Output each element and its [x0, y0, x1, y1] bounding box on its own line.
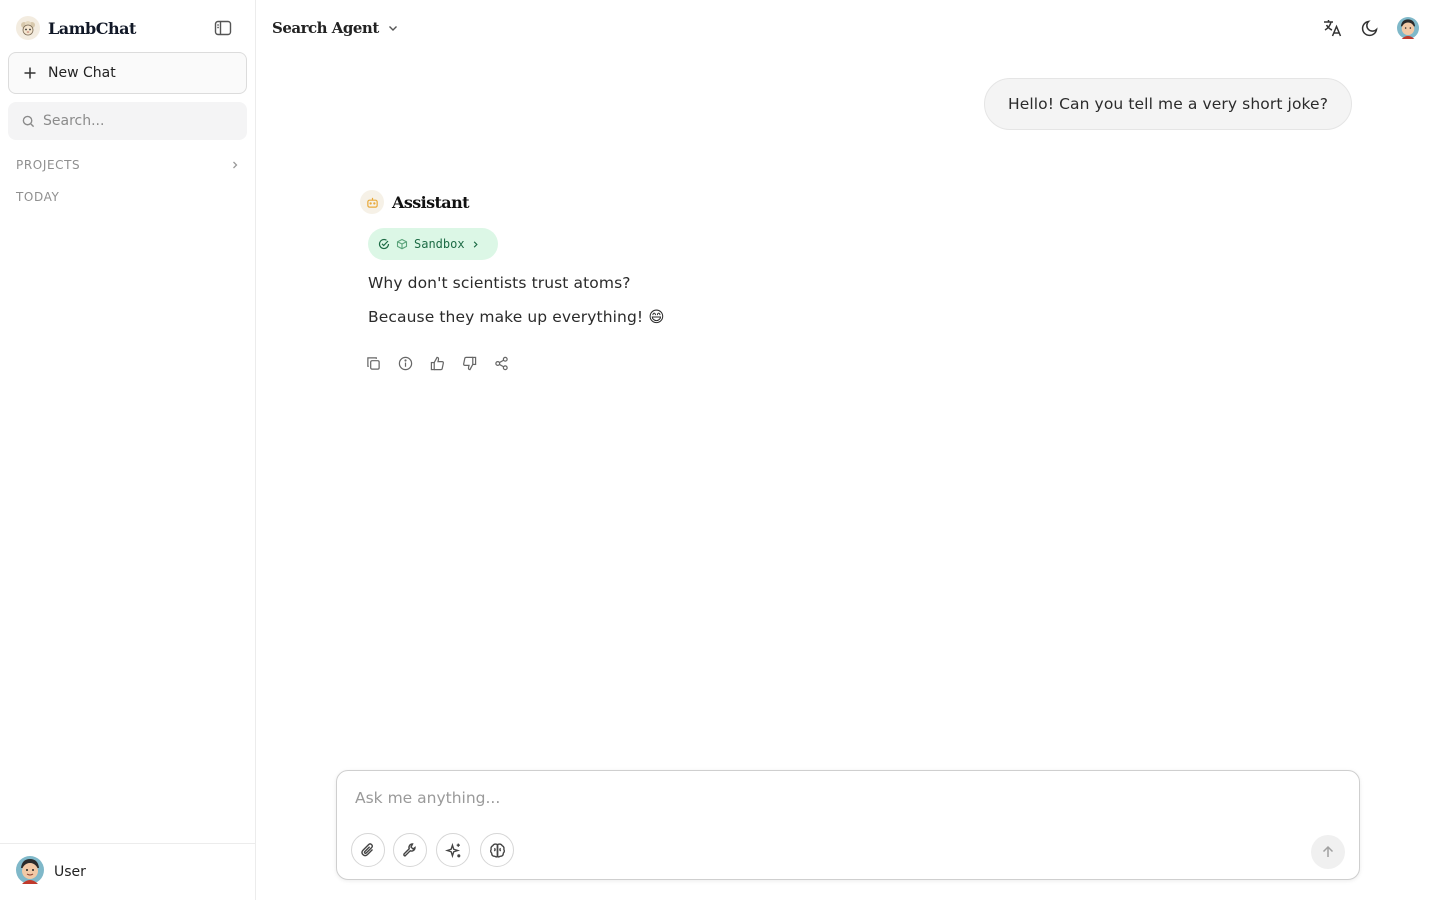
thumbs-up-icon: [430, 356, 444, 370]
chevron-down-icon: [388, 26, 397, 31]
share-button[interactable]: [488, 350, 514, 376]
translate-icon: [1324, 20, 1342, 37]
sidebar-toggle-button[interactable]: [211, 16, 235, 40]
info-icon: [398, 356, 412, 370]
projects-label: PROJECTS: [16, 158, 81, 172]
message-actions: [360, 350, 520, 376]
assistant-header: Assistant: [360, 190, 470, 214]
thumbs-up-button[interactable]: [424, 350, 450, 376]
copy-icon: [366, 356, 380, 370]
lamb-logo-icon: [16, 16, 40, 40]
today-label: TODAY: [16, 190, 60, 204]
skills-button[interactable]: [436, 833, 470, 867]
reasoning-button[interactable]: [480, 833, 514, 867]
brand[interactable]: LambChat: [16, 16, 136, 40]
arrow-up-icon: [1322, 845, 1334, 857]
moon-icon: [1361, 20, 1378, 37]
sidebar-toggle-icon: [214, 20, 232, 36]
send-button[interactable]: [1311, 835, 1345, 869]
sparkles-icon: [444, 842, 460, 858]
wrench-icon: [403, 843, 416, 857]
assistant-message-line: Because they make up everything! 😄: [368, 308, 665, 326]
new-chat-label: New Chat: [48, 65, 116, 81]
new-chat-button[interactable]: New Chat: [8, 52, 247, 94]
user-name: User: [54, 864, 86, 880]
chevron-right-icon: [233, 161, 238, 169]
attach-button[interactable]: [351, 833, 385, 867]
avatar[interactable]: [1396, 16, 1420, 40]
translate-button[interactable]: [1320, 16, 1344, 40]
sidebar: LambChat New Chat PROJECTS: [0, 0, 256, 900]
box-icon: [396, 238, 408, 250]
attach-icon: [361, 843, 374, 857]
copy-button[interactable]: [360, 350, 386, 376]
share-icon: [494, 356, 508, 370]
assistant-name: Assistant: [392, 192, 470, 212]
theme-toggle-button[interactable]: [1358, 16, 1382, 40]
search-box: [8, 102, 247, 140]
app-name: LambChat: [48, 18, 136, 38]
agent-name: Search Agent: [272, 19, 379, 37]
message-composer: [336, 770, 1360, 880]
agent-selector[interactable]: Search Agent: [272, 16, 399, 40]
info-button[interactable]: [392, 350, 418, 376]
user-message-bubble: Hello! Can you tell me a very short joke…: [984, 78, 1352, 130]
user-avatar: [16, 856, 44, 888]
brain-icon: [489, 842, 505, 858]
chat-main: Search Agent Hello! Can you tell me a ve…: [256, 0, 1440, 900]
projects-section[interactable]: PROJECTS: [16, 158, 240, 172]
bot-icon: [360, 190, 384, 214]
thumbs-down-button[interactable]: [456, 350, 482, 376]
chevron-right-icon: [473, 240, 478, 248]
app-root: LambChat New Chat PROJECTS: [0, 0, 1440, 900]
assistant-message-line: Why don't scientists trust atoms?: [368, 274, 631, 292]
search-input[interactable]: [43, 113, 233, 129]
thumbs-down-icon: [462, 356, 476, 370]
message-input[interactable]: [355, 789, 1335, 813]
user-profile-button[interactable]: User: [0, 843, 255, 900]
plus-icon: [24, 67, 36, 79]
check-circle-icon: [378, 239, 390, 250]
search-icon: [22, 115, 35, 127]
sandbox-label: Sandbox: [414, 237, 465, 251]
sandbox-tool-badge[interactable]: Sandbox: [368, 228, 498, 260]
tools-button[interactable]: [393, 833, 427, 867]
